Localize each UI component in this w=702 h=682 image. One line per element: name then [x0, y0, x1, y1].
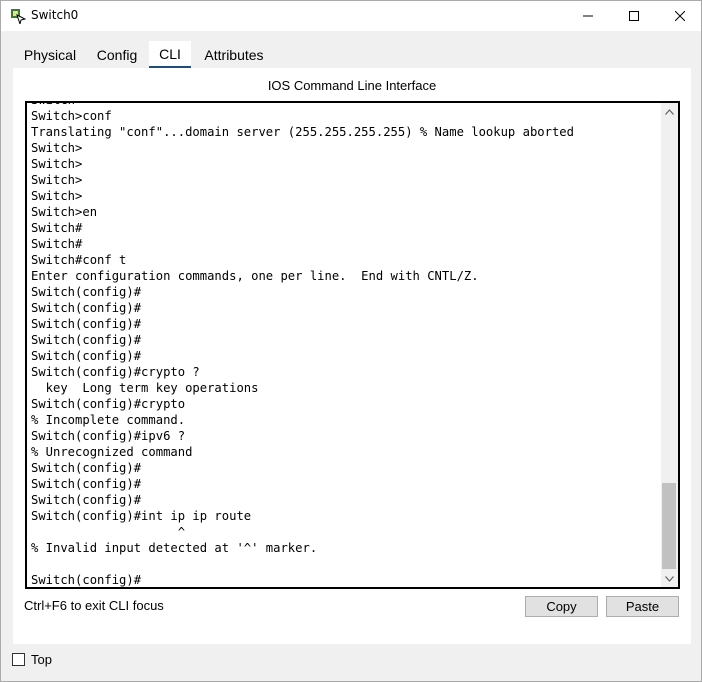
terminal-line: Switch(config)#	[31, 317, 142, 331]
terminal-scrollbar[interactable]	[661, 103, 678, 587]
panel-title: IOS Command Line Interface	[267, 78, 437, 93]
terminal-line: ^	[31, 525, 186, 539]
terminal-line: Switch(config)#	[31, 461, 142, 475]
terminal-line: % Incomplete command.	[31, 413, 186, 427]
maximize-button[interactable]	[611, 1, 657, 31]
cli-panel: IOS Command Line Interface Switch>Switch…	[13, 68, 691, 644]
window-title: Switch0	[31, 8, 79, 22]
terminal-line: Switch>	[31, 189, 83, 203]
terminal-line: Switch>conf	[31, 109, 112, 123]
tab-cli[interactable]: CLI	[149, 41, 191, 69]
terminal-line: Switch(config)#	[31, 301, 142, 315]
tab-config[interactable]: Config	[89, 41, 145, 69]
terminal-line: Switch(config)#	[31, 493, 142, 507]
terminal-line: Switch(config)#	[31, 285, 142, 299]
chevron-down-icon	[665, 575, 674, 582]
cli-terminal[interactable]: Switch>Switch>confTranslating "conf"...d…	[25, 101, 680, 589]
terminal-line: Translating "conf"...domain server (255.…	[31, 125, 574, 139]
terminal-line: Switch(config)#	[31, 573, 142, 587]
terminal-line: Switch(config)#	[31, 349, 142, 363]
terminal-line: Switch>en	[31, 205, 98, 219]
close-icon	[675, 11, 685, 21]
maximize-icon	[629, 11, 639, 21]
scroll-down-button[interactable]	[661, 570, 678, 587]
device-tabs: Physical Config CLI Attributes	[13, 41, 693, 69]
terminal-line: Switch>	[31, 157, 83, 171]
terminal-line: Switch#	[31, 221, 83, 235]
minimize-icon	[583, 15, 593, 17]
top-checkbox[interactable]	[12, 653, 25, 666]
terminal-line: Switch(config)#crypto	[31, 397, 186, 411]
paste-button[interactable]: Paste	[606, 596, 679, 617]
terminal-line: Switch>	[31, 141, 83, 155]
terminal-line: Switch#	[31, 237, 83, 251]
tab-attributes[interactable]: Attributes	[193, 41, 275, 69]
scroll-thumb[interactable]	[662, 483, 676, 569]
terminal-line: % Invalid input detected at '^' marker.	[31, 541, 318, 555]
terminal-line: Switch#conf t	[31, 253, 127, 267]
chevron-up-icon	[665, 108, 674, 115]
close-button[interactable]	[657, 1, 702, 31]
top-checkbox-label: Top	[31, 652, 52, 667]
terminal-line: Switch(config)#	[31, 477, 142, 491]
copy-button[interactable]: Copy	[525, 596, 598, 617]
terminal-line: Switch(config)#	[31, 333, 142, 347]
terminal-line: Switch>	[31, 173, 83, 187]
terminal-line: Switch(config)#ipv6 ?	[31, 429, 186, 443]
terminal-line: Enter configuration commands, one per li…	[31, 269, 479, 283]
terminal-line: key Long term key operations	[31, 381, 259, 395]
terminal-line: Switch(config)#int ip ip route	[31, 509, 252, 523]
title-bar[interactable]: Switch0	[1, 1, 701, 31]
terminal-output[interactable]: Switch>Switch>confTranslating "conf"...d…	[31, 103, 656, 587]
terminal-line: % Unrecognized command	[31, 445, 193, 459]
terminal-line: Switch>	[31, 103, 656, 108]
switch-window: Switch0 Physical Config CLI Attributes I…	[0, 0, 702, 682]
terminal-line: Switch(config)#crypto ?	[31, 365, 200, 379]
cli-focus-hint: Ctrl+F6 to exit CLI focus	[24, 598, 164, 613]
minimize-button[interactable]	[565, 1, 611, 31]
switch-device-icon	[10, 8, 27, 26]
scroll-up-button[interactable]	[661, 103, 678, 120]
tab-physical[interactable]: Physical	[13, 41, 87, 69]
